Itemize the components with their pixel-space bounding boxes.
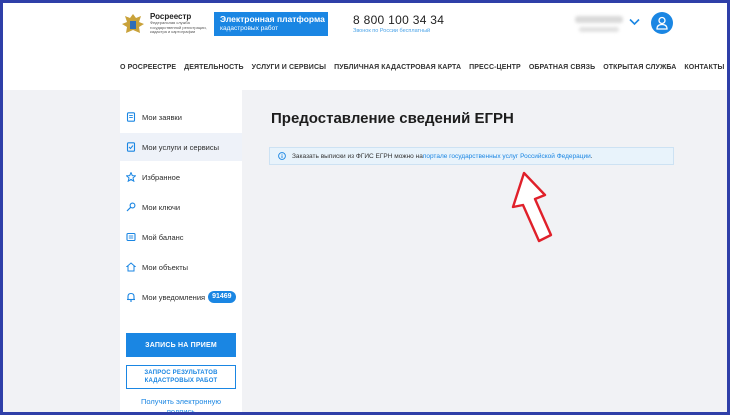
info-text-suffix: . [590, 152, 593, 160]
logo-subtitle: Федеральная служба государственной регис… [150, 20, 207, 35]
content-area: Мои заявки Мои услуги и сервисы Избранно… [3, 90, 727, 415]
e-signature-line2: подпись [166, 407, 196, 415]
key-icon [126, 202, 136, 212]
cadastral-platform-button[interactable]: Электронная платформа кадастровых работ [214, 12, 328, 36]
bell-icon [127, 292, 135, 302]
user-name-redacted [575, 16, 623, 23]
sidebar-item-label: Мои уведомления [142, 292, 206, 302]
info-text: Заказать выписки из ФГИС ЕГРН можно на [292, 152, 423, 160]
sidebar-item-label: Мои услуги и сервисы [142, 142, 220, 152]
info-notice: Заказать выписки из ФГИС ЕГРН можно на п… [269, 147, 674, 165]
page-title: Предоставление сведений ЕГРН [271, 110, 514, 127]
emblem-logo-icon[interactable] [120, 12, 146, 38]
platform-button-line2: кадастровых работ [220, 25, 279, 32]
hotline-note: Звонок по России бесплатный [353, 28, 431, 34]
user-info-redacted [579, 27, 619, 32]
get-e-signature-link[interactable]: Получить электронную подпись [126, 397, 236, 415]
nav-item-cadastral-map[interactable]: ПУБЛИЧНАЯ КАДАСТРОВАЯ КАРТА [334, 61, 461, 75]
cadastral-results-request-button[interactable]: ЗАПРОС РЕЗУЛЬТАТОВ КАДАСТРОВЫХ РАБОТ [126, 365, 236, 389]
user-avatar[interactable] [651, 12, 673, 34]
cadastral-results-line1: ЗАПРОС РЕЗУЛЬТАТОВ [144, 370, 218, 376]
sidebar-item-my-services[interactable]: Мои услуги и сервисы [120, 133, 242, 161]
info-icon [278, 152, 286, 160]
nav-item-open-service[interactable]: ОТКРЫТАЯ СЛУЖБА [603, 61, 676, 75]
sidebar-item-my-keys[interactable]: Мои ключи [120, 193, 242, 221]
red-arrow-annotation-icon [511, 171, 553, 243]
sidebar-item-favorites[interactable]: Избранное [120, 163, 242, 191]
wallet-icon [126, 232, 136, 242]
notifications-count-badge: 91469 [208, 291, 236, 303]
document-icon [126, 112, 136, 122]
sidebar-item-my-balance[interactable]: Мой баланс [120, 223, 242, 251]
nav-item-press-center[interactable]: ПРЕСС-ЦЕНТР [469, 61, 521, 75]
sidebar-item-label: Избранное [142, 172, 181, 182]
e-signature-line1: Получить электронную [140, 397, 222, 406]
star-icon [126, 172, 136, 182]
nav-item-contacts[interactable]: КОНТАКТЫ [684, 61, 724, 75]
nav-item-about[interactable]: О РОСРЕЕСТРЕ [120, 61, 176, 75]
nav-item-services[interactable]: УСЛУГИ И СЕРВИСЫ [252, 61, 326, 75]
main-navigation: О РОСРЕЕСТРЕ ДЕЯТЕЛЬНОСТЬ УСЛУГИ И СЕРВИ… [120, 61, 727, 75]
nav-item-feedback[interactable]: ОБРАТНАЯ СВЯЗЬ [529, 61, 595, 75]
appointment-button[interactable]: ЗАПИСЬ НА ПРИЕМ [126, 333, 236, 357]
sidebar-item-label: Мой баланс [142, 232, 184, 242]
sidebar-item-label: Мои ключи [142, 202, 181, 212]
services-icon [126, 142, 136, 152]
gosuslugi-portal-link[interactable]: портале государственных услуг Российской… [423, 153, 591, 160]
sidebar-item-my-notifications[interactable]: Мои уведомления 91469 [120, 283, 242, 311]
nav-item-activity[interactable]: ДЕЯТЕЛЬНОСТЬ [184, 61, 243, 75]
sidebar-item-my-objects[interactable]: Мои объекты [120, 253, 242, 281]
sidebar-item-label: Мои объекты [142, 262, 189, 272]
site-header: Росреестр Федеральная служба государстве… [3, 3, 727, 51]
house-icon [126, 262, 136, 272]
platform-button-line1: Электронная платформа [220, 14, 325, 24]
cadastral-results-line2: КАДАСТРОВЫХ РАБОТ [144, 378, 218, 384]
user-icon [656, 16, 668, 30]
sidebar-item-my-requests[interactable]: Мои заявки [120, 103, 242, 131]
screenshot-frame: Росреестр Федеральная служба государстве… [0, 0, 730, 415]
account-sidebar: Мои заявки Мои услуги и сервисы Избранно… [120, 90, 242, 415]
hotline-phone[interactable]: 8 800 100 34 34 [353, 13, 444, 27]
chevron-down-icon[interactable] [629, 18, 640, 26]
sidebar-item-label: Мои заявки [142, 112, 182, 122]
